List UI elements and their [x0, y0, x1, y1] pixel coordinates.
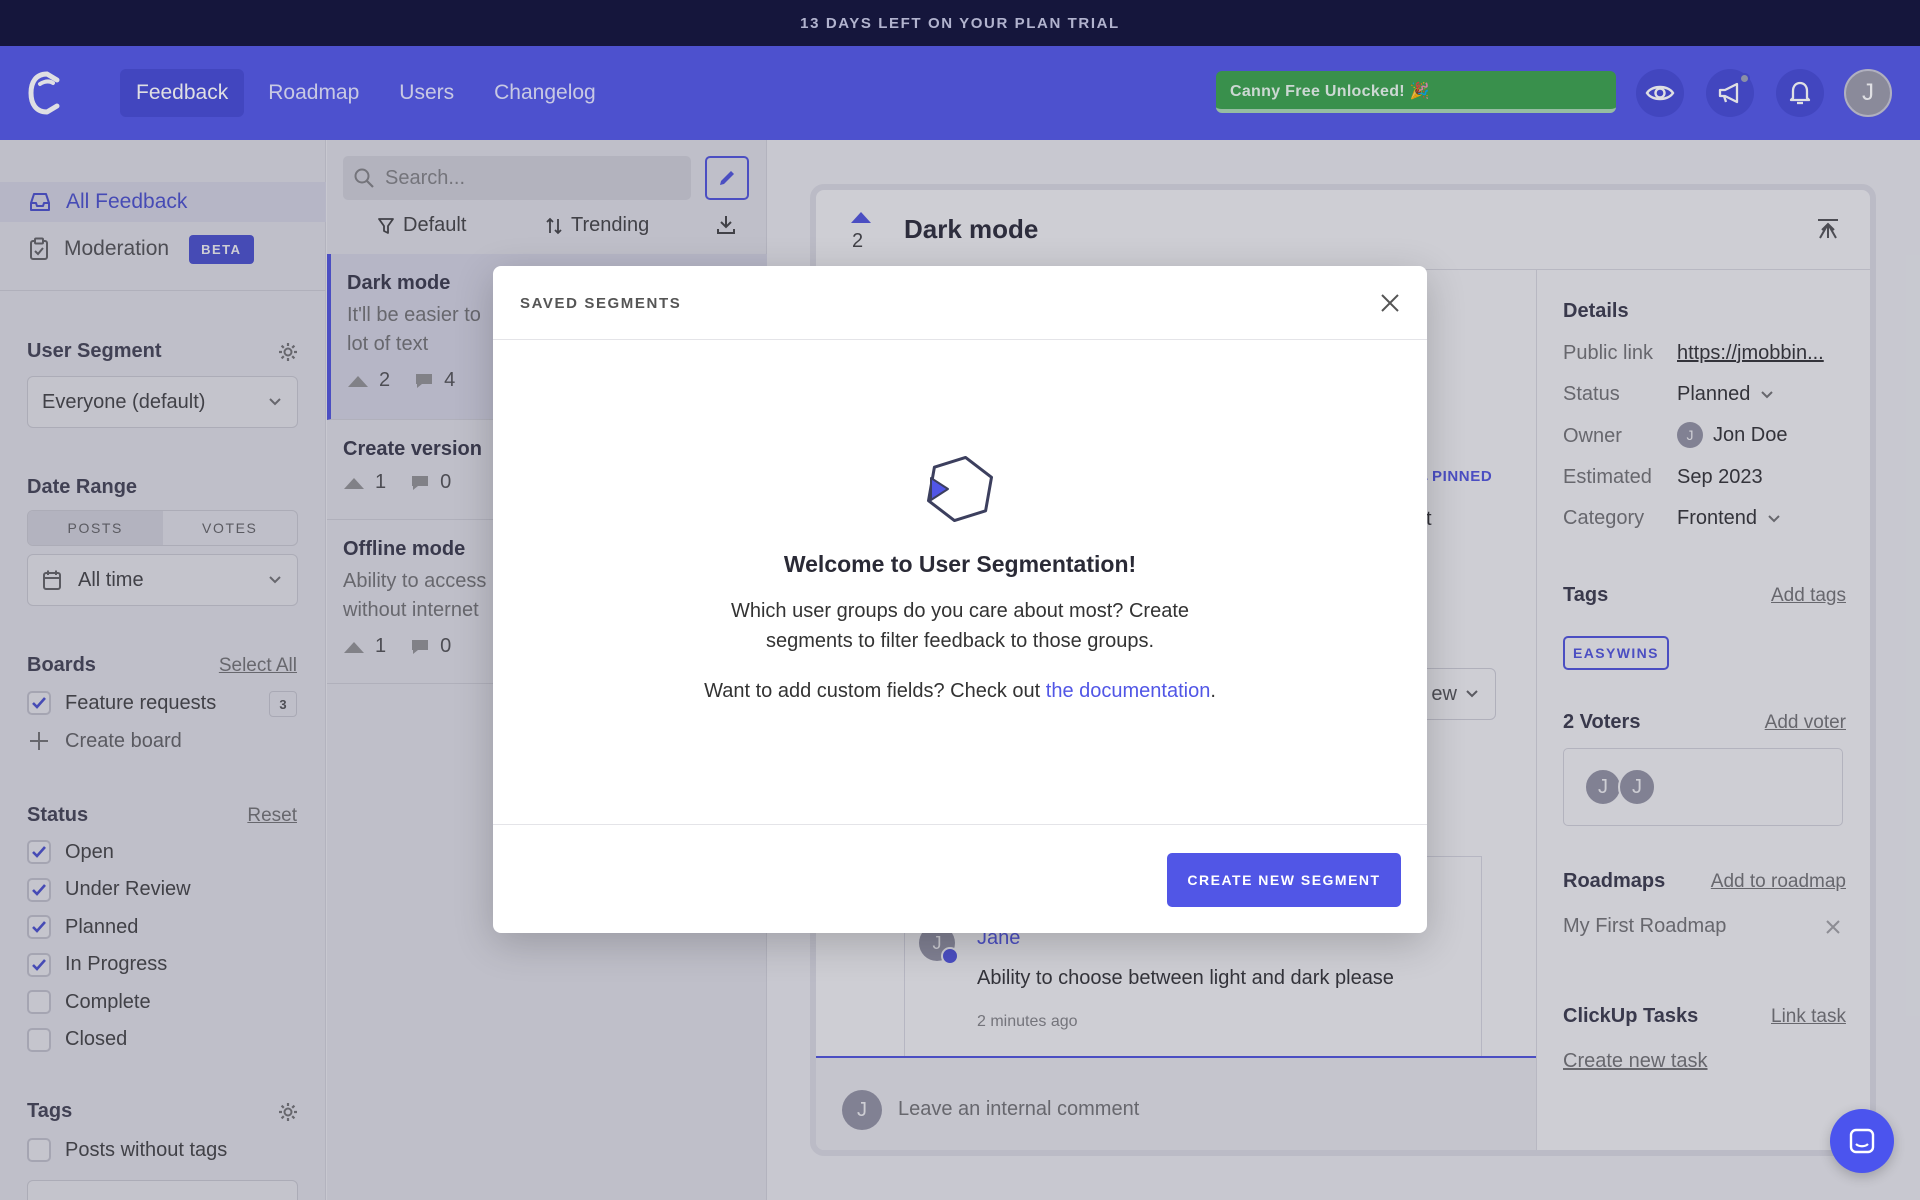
- modal-heading: Welcome to User Segmentation!: [783, 551, 1137, 577]
- modal-title: SAVED SEGMENTS: [520, 295, 682, 312]
- custom-fields-suffix: .: [1210, 680, 1216, 702]
- close-icon[interactable]: [1379, 292, 1401, 314]
- modal-body-line1: Which user groups do you care about most…: [730, 600, 1190, 622]
- create-new-segment-button[interactable]: CREATE NEW SEGMENT: [1167, 853, 1401, 907]
- saved-segments-modal: SAVED SEGMENTS Welcome to User Segmentat…: [493, 266, 1427, 933]
- modal-footer: CREATE NEW SEGMENT: [493, 824, 1427, 933]
- chat-icon: [1849, 1128, 1875, 1154]
- segment-hexagon-icon: [926, 455, 994, 523]
- documentation-link[interactable]: the documentation: [1046, 680, 1211, 702]
- custom-fields-prefix: Want to add custom fields? Check out: [704, 680, 1046, 702]
- modal-header: SAVED SEGMENTS: [493, 266, 1427, 340]
- modal-custom-fields-text: Want to add custom fields? Check out the…: [493, 676, 1427, 706]
- chat-launcher-button[interactable]: [1830, 1109, 1894, 1173]
- modal-body-line2: segments to filter feedback to those gro…: [766, 630, 1154, 652]
